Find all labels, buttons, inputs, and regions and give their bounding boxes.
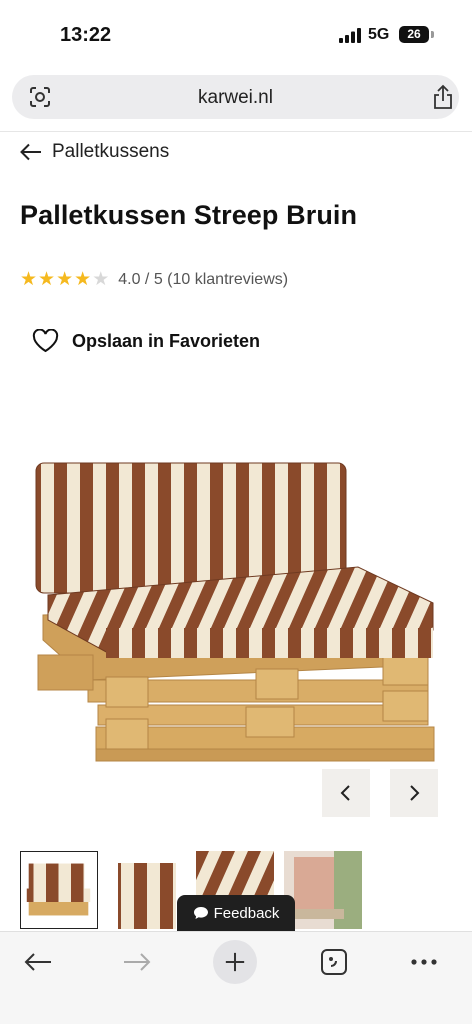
chevron-right-icon bbox=[410, 785, 420, 801]
new-tab-button[interactable] bbox=[213, 940, 257, 984]
plus-icon bbox=[225, 952, 245, 972]
product-image[interactable] bbox=[28, 455, 443, 770]
back-button[interactable] bbox=[16, 940, 60, 984]
network-type: 5G bbox=[368, 26, 390, 43]
thumbnail-image bbox=[108, 851, 186, 929]
forward-button[interactable] bbox=[115, 940, 159, 984]
heart-icon bbox=[32, 329, 59, 353]
rating-text[interactable]: 4.0 / 5 (10 klantreviews) bbox=[118, 271, 288, 289]
star-icon: ★ bbox=[20, 269, 38, 290]
feedback-button[interactable]: Feedback bbox=[177, 895, 295, 931]
tabs-icon bbox=[321, 949, 347, 975]
address-bar[interactable]: karwei.nl bbox=[12, 75, 459, 119]
arrow-left-icon bbox=[24, 953, 51, 971]
favorite-button[interactable]: Opslaan in Favorieten bbox=[32, 329, 260, 353]
thumbnail-4[interactable] bbox=[284, 851, 362, 929]
signal-icon bbox=[339, 28, 361, 43]
product-rating[interactable]: ★ ★ ★ ★ ★ 4.0 / 5 (10 klantreviews) bbox=[20, 270, 288, 289]
arrow-right-icon bbox=[124, 953, 151, 971]
more-dots-icon bbox=[411, 959, 437, 965]
status-time: 13:22 bbox=[60, 24, 112, 46]
chat-bubble-icon bbox=[193, 907, 208, 919]
thumbnail-2[interactable] bbox=[108, 851, 186, 929]
gallery-next-button[interactable] bbox=[390, 769, 438, 817]
star-empty-icon: ★ bbox=[92, 269, 110, 290]
share-icon[interactable] bbox=[431, 84, 455, 110]
battery-tip bbox=[431, 31, 434, 38]
url-text[interactable]: karwei.nl bbox=[12, 87, 459, 109]
thumbnail-image bbox=[21, 852, 96, 927]
favorite-label[interactable]: Opslaan in Favorieten bbox=[72, 331, 260, 352]
more-menu-button[interactable] bbox=[402, 940, 446, 984]
thumbnail-1[interactable] bbox=[20, 851, 98, 929]
breadcrumb-label[interactable]: Palletkussens bbox=[52, 141, 169, 163]
breadcrumb[interactable]: Palletkussens bbox=[20, 140, 169, 164]
arrow-left-icon[interactable] bbox=[20, 143, 42, 161]
star-icon: ★ bbox=[74, 269, 92, 290]
thumbnail-image bbox=[284, 851, 362, 929]
status-bar: 13:22 5G 26 bbox=[0, 0, 472, 70]
gallery-prev-button[interactable] bbox=[322, 769, 370, 817]
browser-toolbar bbox=[0, 931, 472, 1024]
chevron-left-icon bbox=[340, 785, 350, 801]
star-icon: ★ bbox=[56, 269, 74, 290]
header-divider bbox=[0, 131, 472, 132]
product-title: Palletkussen Streep Bruin bbox=[20, 200, 358, 230]
battery-icon: 26 bbox=[399, 26, 429, 43]
tabs-button[interactable] bbox=[312, 940, 356, 984]
star-icon: ★ bbox=[38, 269, 56, 290]
feedback-label[interactable]: Feedback bbox=[214, 905, 280, 922]
